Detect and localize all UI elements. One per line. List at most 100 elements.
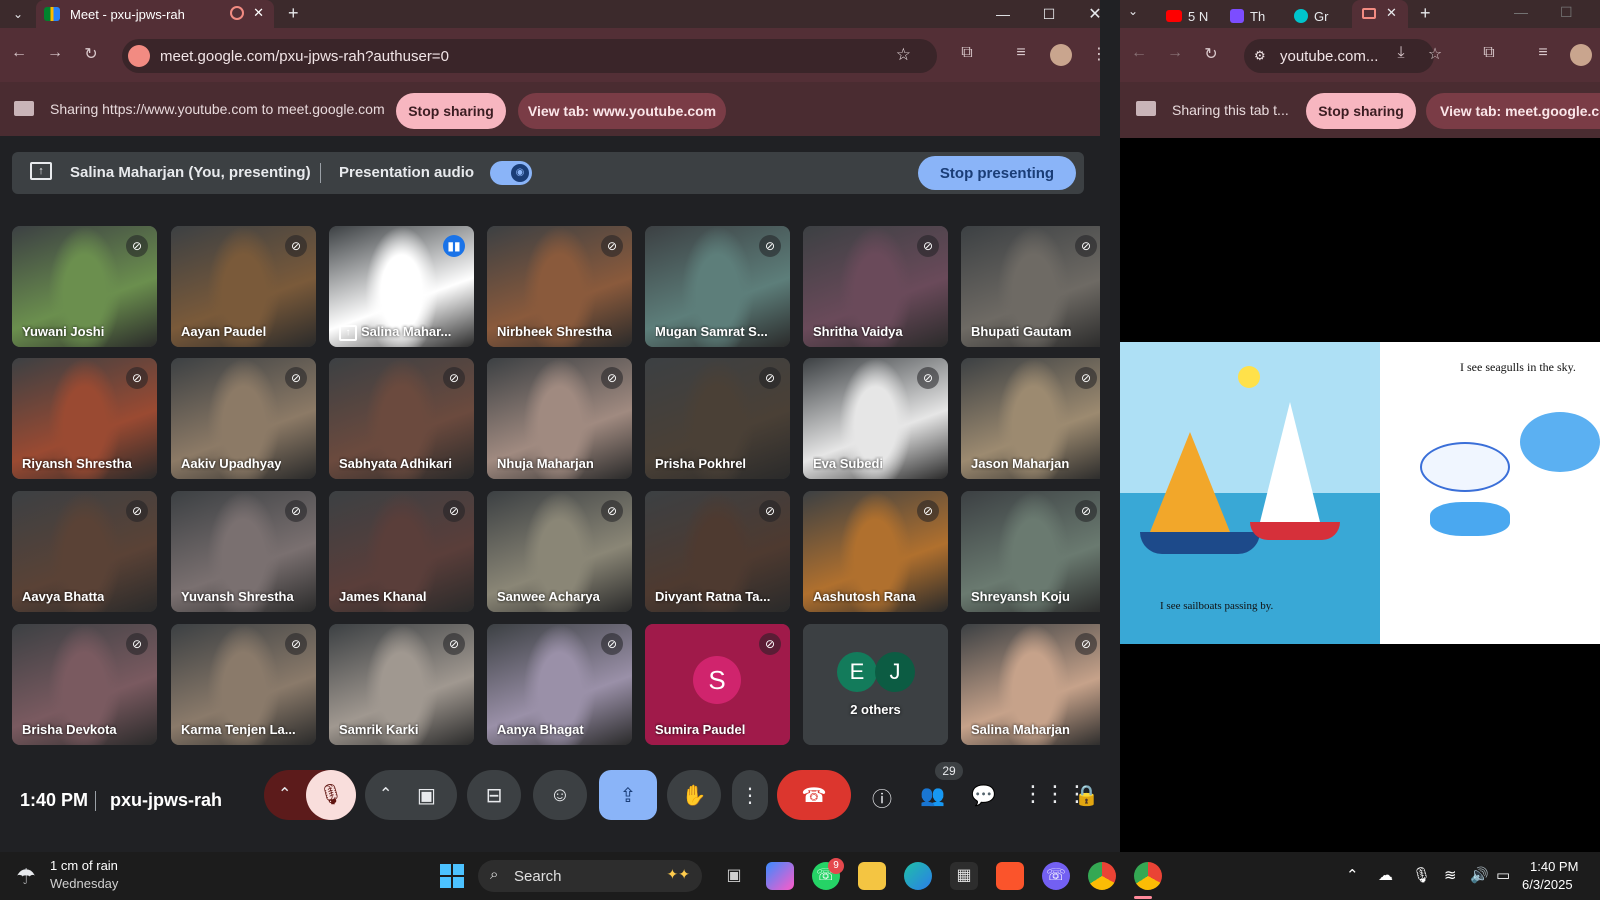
leave-call-button[interactable]: ☎ (777, 770, 851, 820)
participant-tile[interactable]: ⊘ Nhuja Maharjan (487, 358, 632, 479)
tab-meet[interactable]: Meet - pxu-jpws-rah ✕ (36, 0, 274, 28)
task-view-icon[interactable]: ▣ (720, 862, 748, 890)
participant-tile[interactable]: ⊘ Aanya Bhagat (487, 624, 632, 745)
reactions-button[interactable]: ☺ (533, 770, 587, 820)
bookmark-star-icon[interactable]: ☆ (1424, 44, 1446, 64)
tab-close-icon[interactable]: ✕ (253, 5, 264, 21)
wifi-icon[interactable]: ≋ (1444, 866, 1457, 884)
mic-options-chevron-icon[interactable]: ⌃ (278, 784, 291, 804)
participant-tile[interactable]: ⊘ Samrik Karki (329, 624, 474, 745)
mic-off-icon[interactable]: 🎙 (306, 770, 356, 820)
reload-icon[interactable]: ↻ (80, 44, 102, 64)
raise-hand-button[interactable]: ✋ (667, 770, 721, 820)
taskbar-search-box[interactable]: ⌕ Search ✦✦ (478, 860, 702, 892)
participant-tile[interactable]: ⊘ Jason Maharjan (961, 358, 1106, 479)
view-tab-button[interactable]: View tab: www.youtube.com (518, 93, 726, 129)
stop-sharing-button[interactable]: Stop sharing (1306, 93, 1416, 129)
participant-tile[interactable]: ⊘ Bhupati Gautam (961, 226, 1106, 347)
brave-browser-icon[interactable] (996, 862, 1024, 890)
participant-tile[interactable]: ⊘ Aavya Bhatta (12, 491, 157, 612)
tab-search-chevron-icon[interactable]: ⌄ (1128, 4, 1138, 18)
present-button[interactable]: ⇪ (599, 770, 657, 820)
chrome-profile-icon[interactable] (1134, 862, 1162, 890)
tab-youtube[interactable]: 5 N (1166, 4, 1208, 28)
participant-tile[interactable]: ⊘ Mugan Samrat S... (645, 226, 790, 347)
minimize-icon[interactable]: — (980, 0, 1026, 28)
meeting-info-icon[interactable]: ⓘ (872, 783, 892, 812)
back-icon[interactable]: ← (1128, 44, 1150, 62)
participant-tile[interactable]: ⊘ Aakiv Upadhyay (171, 358, 316, 479)
battery-icon[interactable]: ▭ (1496, 866, 1510, 884)
file-explorer-icon[interactable] (858, 862, 886, 890)
youtube-video-frame[interactable]: I see sailboats passing by. I see seagul… (1120, 342, 1600, 644)
participant-tile[interactable]: EJ 2 others (803, 624, 948, 745)
site-info-icon[interactable] (128, 45, 150, 67)
media-control-icon[interactable]: ≡ (1010, 44, 1032, 62)
participant-tile[interactable]: ⊘ Sabhyata Adhikari (329, 358, 474, 479)
forward-icon[interactable]: → (1164, 44, 1186, 62)
more-options-button[interactable]: ⋮ (732, 770, 768, 820)
viber-icon[interactable]: ☏ (1042, 862, 1070, 890)
install-app-icon[interactable]: ⤓ (1390, 44, 1412, 62)
chrome-icon[interactable] (1088, 862, 1116, 890)
participant-tile[interactable]: ▮▮ Salina Mahar... ↑ (329, 226, 474, 347)
chat-icon[interactable]: 💬 (971, 783, 996, 808)
back-icon[interactable]: ← (8, 44, 30, 62)
captions-button[interactable]: ⊟ (467, 770, 521, 820)
tab-active-shared[interactable]: ✕ (1352, 0, 1408, 28)
extensions-icon[interactable]: ⧉ (1478, 44, 1500, 62)
participant-tile[interactable]: ⊘ Riyansh Shrestha (12, 358, 157, 479)
extensions-icon[interactable]: ⧉ (956, 44, 978, 62)
view-tab-button[interactable]: View tab: meet.google.com (1426, 93, 1600, 129)
tab-search-chevron-icon[interactable]: ⌄ (8, 4, 28, 24)
system-clock-date[interactable]: 6/3/2025 (1522, 877, 1573, 892)
address-bar[interactable]: meet.google.com/pxu-jpws-rah?authuser=0 … (122, 39, 937, 73)
participant-tile[interactable]: ⊘ Shritha Vaidya (803, 226, 948, 347)
participant-tile[interactable]: ⊘ Eva Subedi (803, 358, 948, 479)
participant-tile[interactable]: ⊘ Karma Tenjen La... (171, 624, 316, 745)
people-icon[interactable]: 👥 (920, 783, 945, 808)
weather-main-text[interactable]: 1 cm of rain (50, 858, 118, 873)
profile-avatar[interactable] (1570, 44, 1592, 66)
new-tab-icon[interactable]: + (1420, 3, 1431, 24)
maximize-icon[interactable]: ☐ (1560, 4, 1573, 21)
host-controls-icon[interactable]: 🔒 (1074, 783, 1099, 808)
profile-avatar[interactable] (1050, 44, 1072, 66)
tab-3[interactable]: Gr (1294, 4, 1328, 28)
participant-tile[interactable]: ⊘ Aashutosh Rana (803, 491, 948, 612)
new-tab-icon[interactable]: + (288, 3, 299, 24)
microphone-in-use-icon[interactable]: 🎙 (1412, 866, 1431, 884)
participant-tile[interactable]: ⊘ Brisha Devkota (12, 624, 157, 745)
tab-close-icon[interactable]: ✕ (1386, 5, 1397, 21)
microsoft-store-icon[interactable]: ▦ (950, 862, 978, 890)
camera-options-chevron-icon[interactable]: ⌃ (379, 784, 392, 804)
show-hidden-icons-chevron-icon[interactable]: ⌃ (1346, 866, 1359, 884)
participant-tile[interactable]: ⊘ Shreyansh Koju (961, 491, 1106, 612)
tab-2[interactable]: Th (1230, 4, 1265, 28)
forward-icon[interactable]: → (44, 44, 66, 62)
onedrive-icon[interactable]: ☁ (1378, 866, 1393, 884)
copilot-app-icon[interactable] (766, 862, 794, 890)
windows-start-icon[interactable] (438, 862, 466, 890)
edge-browser-icon[interactable] (904, 862, 932, 890)
participant-tile[interactable]: ⊘ Prisha Pokhrel (645, 358, 790, 479)
weather-rain-icon[interactable]: ☂ (16, 864, 36, 890)
reload-icon[interactable]: ↻ (1200, 44, 1222, 64)
participant-tile[interactable]: ⊘ Sanwee Acharya (487, 491, 632, 612)
participant-tile[interactable]: ⊘ Yuvansh Shrestha (171, 491, 316, 612)
stop-sharing-button[interactable]: Stop sharing (396, 93, 506, 129)
volume-icon[interactable]: 🔊 (1470, 866, 1489, 884)
participant-tile[interactable]: ⊘ Nirbheek Shrestha (487, 226, 632, 347)
participant-tile[interactable]: S ⊘ Sumira Paudel (645, 624, 790, 745)
system-clock-time[interactable]: 1:40 PM (1530, 859, 1578, 874)
minimize-icon[interactable]: — (1514, 4, 1528, 20)
site-settings-icon[interactable]: ⚙ (1254, 48, 1266, 64)
media-control-icon[interactable]: ≡ (1532, 44, 1554, 62)
participant-tile[interactable]: ⊘ James Khanal (329, 491, 474, 612)
bookmark-star-icon[interactable]: ☆ (896, 45, 911, 65)
stop-presenting-button[interactable]: Stop presenting (918, 156, 1076, 190)
participant-tile[interactable]: ⊘ Yuwani Joshi (12, 226, 157, 347)
presentation-audio-toggle[interactable]: ◉ (490, 161, 532, 185)
participant-tile[interactable]: ⊘ Aayan Paudel (171, 226, 316, 347)
participant-tile[interactable]: ⊘ Divyant Ratna Ta... (645, 491, 790, 612)
